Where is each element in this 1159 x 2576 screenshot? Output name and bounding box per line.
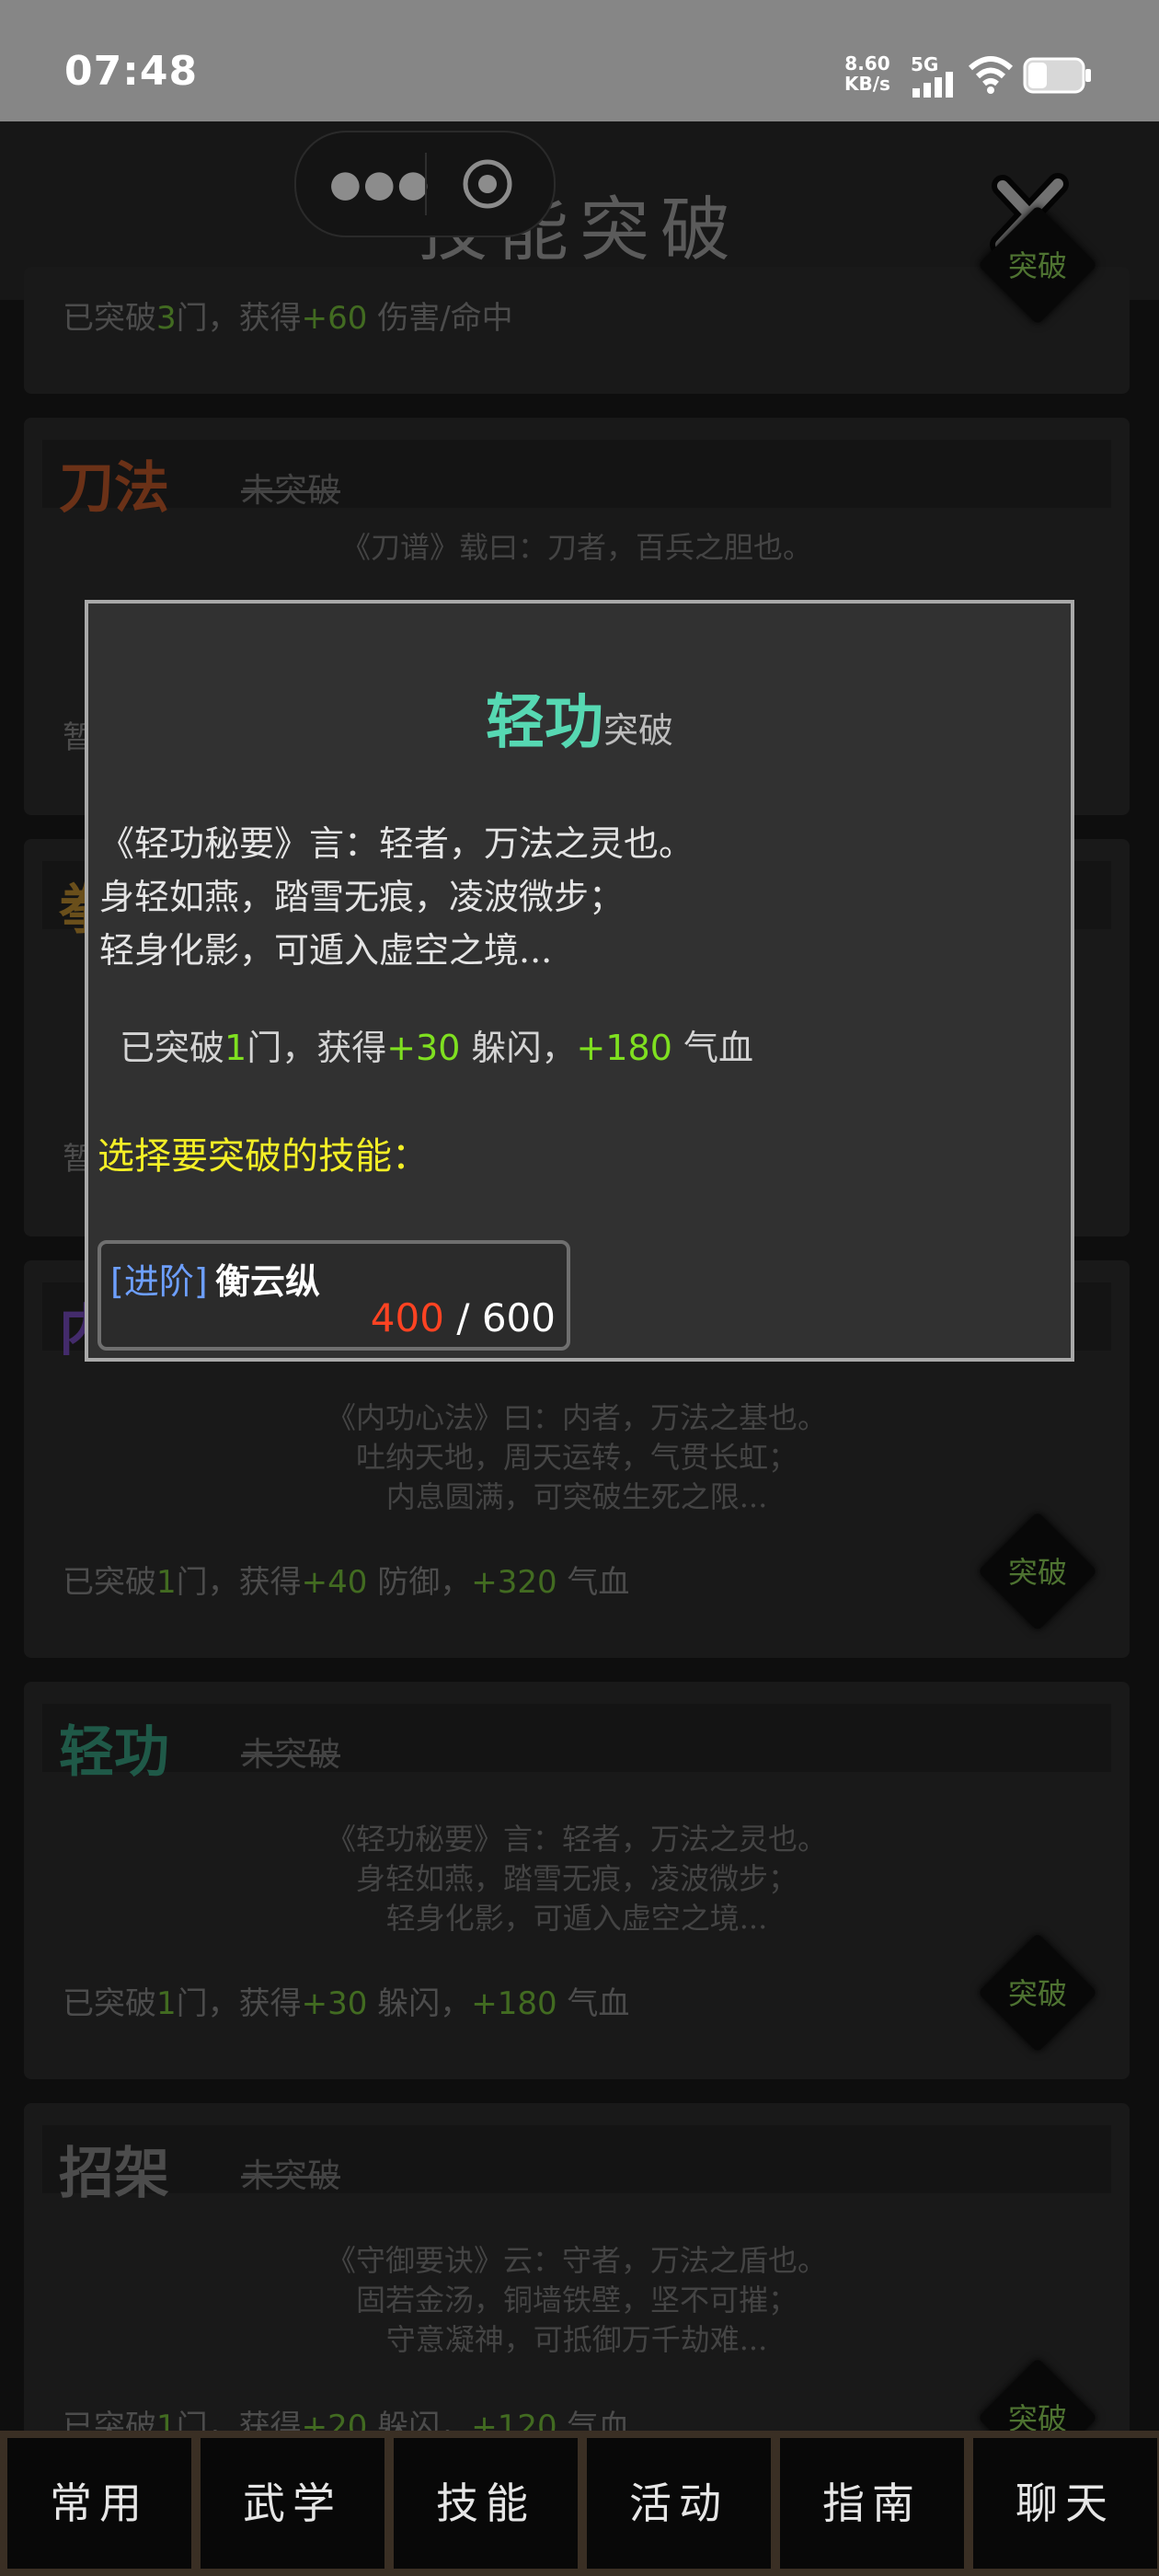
progress-current: 400 — [370, 1295, 444, 1340]
nav-item-common[interactable]: 常用 — [7, 2438, 191, 2569]
signal-icon — [912, 72, 953, 98]
battery-icon — [1023, 57, 1091, 94]
bonus-text-2: 气血 — [671, 1028, 753, 1068]
clock: 07:48 — [64, 48, 199, 95]
bottom-nav: 常用 武学 技能 活动 指南 聊天 — [0, 2431, 1159, 2576]
bonus-prefix: 已突破 — [120, 1028, 225, 1068]
breakthrough-dialog: 轻功突破 《轻功秘要》言：轻者，万法之灵也。 身轻如燕，踏雪无痕，凌波微步； 轻… — [85, 600, 1074, 1362]
skill-name: 衡云纵 — [215, 1260, 321, 1302]
nav-item-skills[interactable]: 技能 — [394, 2438, 578, 2569]
bonus-value-2: +180 — [576, 1028, 672, 1068]
bonus-mid: 门，获得 — [247, 1028, 387, 1068]
network-speed: 8.60 KB/s — [844, 53, 890, 94]
nav-item-guide[interactable]: 指南 — [780, 2438, 964, 2569]
dialog-title: 轻功突破 — [88, 675, 1071, 760]
nav-item-chat[interactable]: 聊天 — [973, 2438, 1157, 2569]
skill-option-card[interactable]: [进阶] 衡云纵 400 / 600 — [98, 1240, 570, 1351]
quote-line: 身轻如燕，踏雪无痕，凌波微步； — [99, 877, 625, 917]
bonus-text-1: 躲闪， — [460, 1028, 577, 1068]
bonus-value-1: +30 — [386, 1028, 461, 1068]
quote-line: 《轻功秘要》言：轻者，万法之灵也。 — [99, 823, 694, 864]
nav-item-martial[interactable]: 武学 — [201, 2438, 384, 2569]
skill-progress: 400 / 600 — [371, 1295, 556, 1340]
quote-line: 轻身化影，可遁入虚空之境... — [99, 930, 553, 971]
select-skill-prompt: 选择要突破的技能： — [98, 1135, 429, 1178]
status-bar: 07:48 8.60 KB/s 5G — [0, 0, 1159, 121]
dialog-quote: 《轻功秘要》言：轻者，万法之灵也。 身轻如燕，踏雪无痕，凌波微步； 轻身化影，可… — [99, 817, 694, 977]
wifi-icon — [968, 56, 1014, 94]
progress-max: 600 — [481, 1295, 556, 1340]
network-speed-value: 8.60 — [844, 52, 890, 75]
dialog-bonus: 已突破1门，获得+30 躲闪，+180 气血 — [120, 1019, 753, 1070]
nav-item-events[interactable]: 活动 — [587, 2438, 771, 2569]
progress-separator: / — [443, 1295, 482, 1340]
dialog-title-suffix: 突破 — [602, 710, 673, 751]
dialog-skill-name: 轻功 — [485, 688, 603, 757]
bonus-count: 1 — [224, 1028, 247, 1068]
skill-tag: [进阶] — [110, 1261, 208, 1302]
network-speed-unit: KB/s — [844, 73, 890, 95]
